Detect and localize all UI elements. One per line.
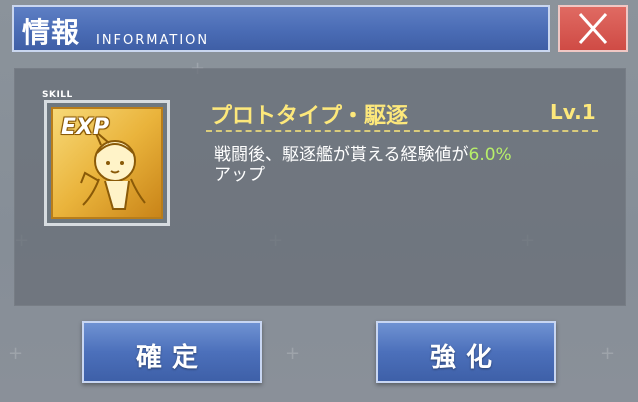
dialog-title: 情報 <box>22 16 81 49</box>
grid-plus-decoration: + <box>285 343 301 364</box>
enhance-button-label: 強化 <box>429 343 502 373</box>
skill-name: プロトタイプ・駆逐 <box>210 104 409 129</box>
close-button[interactable] <box>558 5 628 52</box>
confirm-button[interactable]: 確定 <box>82 321 262 383</box>
skill-tag: SKILL <box>42 90 73 100</box>
dialog-subtitle: INFORMATION <box>96 33 210 48</box>
skill-level: Lv.1 <box>550 100 596 124</box>
close-icon <box>578 12 608 45</box>
grid-plus-decoration: + <box>8 343 24 364</box>
information-dialog: + + + + + + + 情報 INFORMATION SKILL <box>0 0 638 402</box>
skill-desc-prefix: 戦闘後、駆逐艦が貰える経験値が <box>214 145 469 165</box>
enhance-button[interactable]: 強化 <box>376 321 556 383</box>
confirm-button-label: 確定 <box>135 343 208 373</box>
skill-icon[interactable]: EXP <box>44 100 170 226</box>
skill-desc-value: 6.0% <box>468 145 512 165</box>
grid-plus-decoration: + <box>600 343 616 364</box>
skill-icon-art: EXP <box>51 107 163 219</box>
skill-divider <box>206 130 598 132</box>
skill-description: 戦闘後、駆逐艦が貰える経験値が6.0% アップ <box>214 145 594 185</box>
title-bar: 情報 INFORMATION <box>12 5 550 52</box>
exp-label: EXP <box>61 115 110 140</box>
skill-desc-suffix: アップ <box>214 165 265 185</box>
